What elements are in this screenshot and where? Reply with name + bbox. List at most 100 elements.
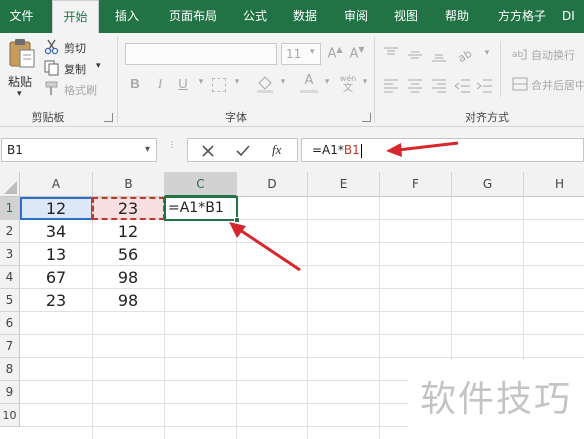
row-header-5[interactable]: 5: [0, 289, 20, 312]
increase-font-icon[interactable]: A▲: [326, 45, 344, 61]
gridline: [307, 197, 308, 439]
wrap-text-icon: ab: [512, 49, 527, 60]
paste-dropdown-icon[interactable]: ▾: [17, 89, 22, 99]
column-header-d[interactable]: D: [237, 172, 308, 197]
row-header-10[interactable]: 10: [0, 404, 20, 427]
tab-formulas[interactable]: 公式: [234, 0, 276, 33]
tab-insert[interactable]: 插入: [104, 0, 150, 33]
row-header-6[interactable]: 6: [0, 312, 20, 335]
tab-fangfang[interactable]: 方方格子: [488, 0, 556, 33]
row-header-9[interactable]: 9: [0, 381, 20, 404]
group-divider: [500, 41, 501, 97]
row-header-4[interactable]: 4: [0, 266, 20, 289]
cell-a5[interactable]: 23: [20, 289, 92, 312]
row-header-7[interactable]: 7: [0, 335, 20, 358]
decrease-font-icon[interactable]: A▼: [348, 45, 366, 61]
cell-a1[interactable]: 12: [20, 197, 92, 220]
align-right-icon[interactable]: [430, 77, 448, 95]
decrease-indent-icon[interactable]: [454, 77, 472, 95]
wrap-text-button[interactable]: ab 自动换行: [509, 45, 584, 65]
tab-view[interactable]: 视图: [384, 0, 428, 33]
tab-review[interactable]: 审阅: [334, 0, 378, 33]
italic-button[interactable]: I: [151, 76, 169, 92]
format-painter-label: 格式刷: [64, 84, 97, 97]
align-center-icon[interactable]: [406, 77, 424, 95]
merge-center-icon: [512, 77, 528, 91]
borders-button[interactable]: [212, 78, 226, 92]
formula-input[interactable]: =A1*B1: [301, 138, 584, 162]
formula-text: =A1*: [312, 143, 344, 157]
name-box-dropdown-icon[interactable]: ▾: [145, 139, 150, 161]
worksheet-grid[interactable]: A B C D E F G H 1 2 3 4 5 6 7 8 9 10 12 …: [0, 172, 584, 439]
formula-buttons: fx: [187, 138, 298, 162]
copy-button[interactable]: 复制 ▾: [44, 60, 108, 78]
cell-b2[interactable]: 12: [92, 220, 164, 243]
cell-c1-edit[interactable]: =A1*B1: [165, 197, 237, 220]
font-size-dropdown-icon: ▾: [310, 47, 315, 57]
paste-button[interactable]: 粘贴 ▾: [4, 37, 40, 105]
row-header-2[interactable]: 2: [0, 220, 20, 243]
cell-b4[interactable]: 98: [92, 266, 164, 289]
column-header-h[interactable]: H: [524, 172, 584, 197]
row-header-8[interactable]: 8: [0, 358, 20, 381]
tab-help[interactable]: 帮助: [434, 0, 480, 33]
column-header-g[interactable]: G: [452, 172, 524, 197]
formula-bar-grip-icon[interactable]: ⋮: [168, 141, 176, 157]
font-size-value: 11: [286, 47, 302, 61]
select-all-button[interactable]: [0, 172, 20, 197]
align-bottom-icon[interactable]: [430, 46, 448, 64]
cell-b1[interactable]: 23: [92, 197, 164, 220]
format-painter-button[interactable]: 格式刷: [44, 81, 104, 99]
font-group-label: 字体: [225, 111, 247, 124]
underline-button[interactable]: U: [174, 76, 192, 91]
gridline: [379, 197, 380, 439]
font-name-box[interactable]: [125, 43, 277, 65]
tab-page-layout[interactable]: 页面布局: [157, 0, 229, 33]
align-middle-icon[interactable]: [406, 46, 424, 64]
merge-center-button[interactable]: 合并后居中: [509, 75, 584, 95]
row-header-3[interactable]: 3: [0, 243, 20, 266]
cut-button[interactable]: 剪切: [44, 39, 94, 57]
gridline: [20, 334, 584, 335]
phonetic-dropdown-icon[interactable]: ▾: [356, 77, 374, 87]
cell-a2[interactable]: 34: [20, 220, 92, 243]
cell-b5[interactable]: 98: [92, 289, 164, 312]
font-size-box[interactable]: 11 ▾: [281, 43, 321, 65]
align-left-icon[interactable]: [382, 77, 400, 95]
fill-color-icon[interactable]: [255, 75, 275, 93]
row-header-1[interactable]: 1: [0, 197, 20, 220]
tab-data[interactable]: 数据: [282, 0, 328, 33]
svg-text:ab: ab: [456, 47, 474, 64]
cell-a3[interactable]: 13: [20, 243, 92, 266]
name-box[interactable]: B1 ▾: [1, 138, 157, 162]
borders-dropdown-icon[interactable]: ▾: [228, 77, 246, 87]
cell-a4[interactable]: 67: [20, 266, 92, 289]
tab-file[interactable]: 文件: [0, 0, 43, 33]
tab-overflow[interactable]: DI: [562, 0, 584, 33]
insert-function-button[interactable]: fx: [272, 142, 281, 158]
font-launcher-icon[interactable]: [362, 113, 371, 122]
column-header-b[interactable]: B: [93, 172, 165, 197]
column-header-c[interactable]: C: [165, 172, 237, 197]
cell-b3[interactable]: 56: [92, 243, 164, 266]
wrap-text-label: 自动换行: [531, 49, 575, 62]
column-header-a[interactable]: A: [20, 172, 93, 197]
merge-center-label: 合并后居中: [531, 79, 584, 92]
scissors-icon: [44, 39, 59, 55]
fill-color-dropdown-icon[interactable]: ▾: [274, 77, 292, 87]
bold-button[interactable]: B: [126, 76, 144, 91]
increase-indent-icon[interactable]: [476, 77, 494, 95]
orientation-dropdown-icon[interactable]: ▾: [478, 48, 496, 58]
copy-icon: [44, 60, 59, 76]
cancel-entry-icon[interactable]: [201, 144, 215, 158]
underline-dropdown-icon[interactable]: ▾: [192, 77, 210, 87]
tab-home[interactable]: 开始: [52, 0, 99, 34]
font-color-icon[interactable]: A: [300, 73, 318, 93]
orientation-icon[interactable]: ab: [456, 46, 478, 64]
column-header-f[interactable]: F: [380, 172, 452, 197]
copy-dropdown-icon[interactable]: ▾: [96, 61, 101, 71]
column-header-e[interactable]: E: [308, 172, 380, 197]
align-top-icon[interactable]: [382, 46, 400, 64]
confirm-entry-icon[interactable]: [235, 144, 251, 158]
clipboard-launcher-icon[interactable]: [104, 113, 113, 122]
